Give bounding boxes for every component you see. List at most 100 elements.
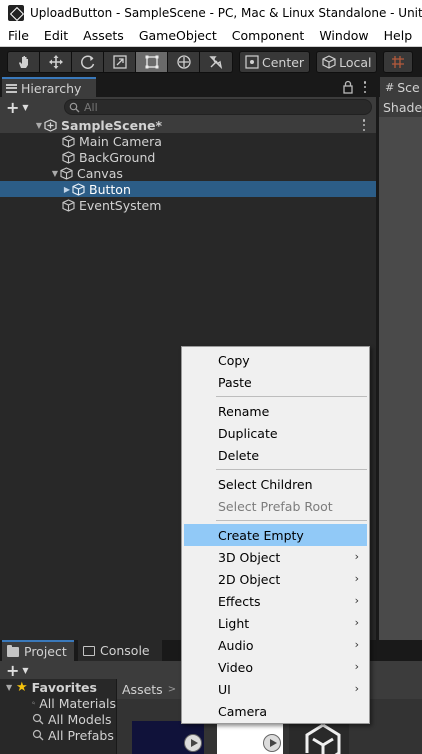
tree-item-canvas[interactable]: ▼ Canvas	[0, 165, 376, 181]
expand-arrow-icon[interactable]: ▼	[34, 121, 44, 130]
hierarchy-tree: ▼ SampleScene* Main Camera BackGround ▼ …	[0, 117, 376, 213]
space-toggle-button[interactable]: Local	[316, 51, 378, 73]
grid-snap-button[interactable]	[383, 51, 414, 73]
hierarchy-tabbar: Hierarchy	[0, 77, 376, 97]
menu-item-paste[interactable]: Paste	[184, 371, 367, 393]
menu-help[interactable]: Help	[376, 28, 420, 43]
transform-gizmo-icon	[176, 55, 191, 69]
menu-separator	[216, 469, 367, 470]
project-tab-label: Project	[24, 644, 67, 659]
menu-item-label: Light	[218, 615, 250, 631]
menu-item-ui[interactable]: UI ›	[184, 678, 367, 700]
unity-scene-icon	[44, 118, 57, 132]
search-icon	[32, 713, 44, 725]
menu-item-duplicate[interactable]: Duplicate	[184, 422, 367, 444]
expand-arrow-icon[interactable]: ▼	[6, 683, 16, 692]
rotate-tool-button[interactable]	[72, 52, 104, 72]
panel-menu-icon[interactable]	[362, 81, 368, 93]
tab-project[interactable]: Project	[2, 640, 74, 661]
menu-item-effects[interactable]: Effects ›	[184, 590, 367, 612]
tree-item-label: Main Camera	[79, 133, 162, 149]
tree-item-button[interactable]: ▶ Button	[0, 181, 376, 197]
scene-viewport[interactable]	[378, 117, 422, 640]
gameobject-cube-icon	[72, 182, 85, 196]
scale-tool-button[interactable]	[104, 52, 136, 72]
scene-grid-icon: #	[385, 80, 395, 94]
collapsed-arrow-icon[interactable]: ▶	[62, 185, 72, 194]
lock-icon[interactable]	[342, 80, 354, 94]
favorites-label: Favorites	[31, 679, 97, 695]
space-label: Local	[339, 54, 372, 70]
pivot-toggle-button[interactable]: Center	[239, 51, 311, 73]
custom-tool-button[interactable]	[200, 52, 232, 72]
pivot-label: Center	[262, 54, 305, 70]
hierarchy-search[interactable]	[64, 99, 372, 115]
favorite-label: All Prefabs	[48, 727, 114, 743]
menu-item-2d-object[interactable]: 2D Object ›	[184, 568, 367, 590]
console-icon	[83, 645, 95, 656]
tree-item-background[interactable]: BackGround	[0, 149, 376, 165]
tab-hierarchy[interactable]: Hierarchy	[2, 77, 96, 97]
menu-component[interactable]: Component	[224, 28, 312, 43]
move-tool-button[interactable]	[40, 52, 72, 72]
play-icon[interactable]	[184, 734, 202, 752]
grid-snap-icon	[392, 56, 405, 68]
hand-icon	[18, 56, 28, 68]
favorite-all-prefabs[interactable]: All Prefabs	[0, 727, 116, 743]
gameobject-cube-icon	[62, 134, 75, 148]
tree-item-label: EventSystem	[79, 197, 162, 213]
favorites-header[interactable]: ▼ ★ Favorites	[0, 679, 116, 695]
menu-edit[interactable]: Edit	[36, 28, 75, 43]
tree-item-eventsystem[interactable]: EventSystem	[0, 197, 376, 213]
menu-item-3d-object[interactable]: 3D Object ›	[184, 546, 367, 568]
breadcrumb-assets[interactable]: Assets	[122, 682, 163, 697]
transform-tools	[7, 51, 233, 73]
hierarchy-list-icon	[6, 83, 17, 93]
favorite-all-models[interactable]: All Models	[0, 711, 116, 727]
tab-scene[interactable]: # Sce	[380, 77, 422, 97]
menu-item-light[interactable]: Light ›	[184, 612, 367, 634]
asset-thumbnail[interactable]	[217, 721, 283, 754]
menu-item-create-empty[interactable]: Create Empty	[184, 524, 367, 546]
menu-item-rename[interactable]: Rename	[184, 400, 367, 422]
add-label: +	[6, 660, 20, 680]
shading-mode-dropdown[interactable]: Shaded	[383, 100, 422, 115]
tree-item-main-camera[interactable]: Main Camera	[0, 133, 376, 149]
submenu-arrow-icon: ›	[354, 616, 359, 629]
asset-thumbnail[interactable]	[132, 721, 204, 754]
gameobject-cube-icon	[62, 150, 75, 164]
local-cube-icon	[322, 55, 336, 69]
tab-console[interactable]: Console	[78, 640, 162, 661]
tree-item-label: Button	[89, 181, 131, 197]
menu-item-select-children[interactable]: Select Children	[184, 473, 367, 495]
favorite-all-materials[interactable]: All Materials	[0, 695, 116, 711]
hand-tool-button[interactable]	[8, 52, 40, 72]
create-dropdown-button[interactable]: + ▼	[6, 98, 29, 117]
gameobject-cube-icon	[60, 166, 73, 180]
favorites-tree: ▼ ★ Favorites All Materials All Models A…	[0, 679, 116, 754]
tree-item-label: Canvas	[77, 165, 123, 181]
menu-item-audio[interactable]: Audio ›	[184, 634, 367, 656]
menu-gameobject[interactable]: GameObject	[131, 28, 224, 43]
menu-file[interactable]: File	[0, 28, 36, 43]
submenu-arrow-icon: ›	[354, 638, 359, 651]
project-create-button[interactable]: + ▼	[6, 661, 29, 680]
scene-row[interactable]: ▼ SampleScene*	[0, 117, 376, 133]
menu-item-copy[interactable]: Copy	[184, 349, 367, 371]
menu-item-delete[interactable]: Delete	[184, 444, 367, 466]
asset-thumbnail[interactable]	[289, 721, 349, 754]
hierarchy-toolbar: + ▼	[0, 97, 376, 117]
menu-window[interactable]: Window	[311, 28, 375, 43]
expand-arrow-icon[interactable]: ▼	[50, 169, 60, 178]
menu-assets[interactable]: Assets	[75, 28, 131, 43]
menu-item-video[interactable]: Video ›	[184, 656, 367, 678]
main-toolbar: Center Local	[0, 47, 422, 77]
play-icon[interactable]	[263, 734, 281, 752]
hierarchy-search-input[interactable]	[84, 100, 344, 114]
transform-tool-button[interactable]	[168, 52, 200, 72]
context-menu: Copy Paste Rename Duplicate Delete Selec…	[181, 346, 370, 724]
scene-menu-icon[interactable]	[362, 119, 366, 131]
menu-item-select-prefab-root: Select Prefab Root	[218, 498, 333, 514]
rect-tool-button[interactable]	[136, 52, 168, 72]
menu-item-camera[interactable]: Camera	[184, 700, 367, 722]
